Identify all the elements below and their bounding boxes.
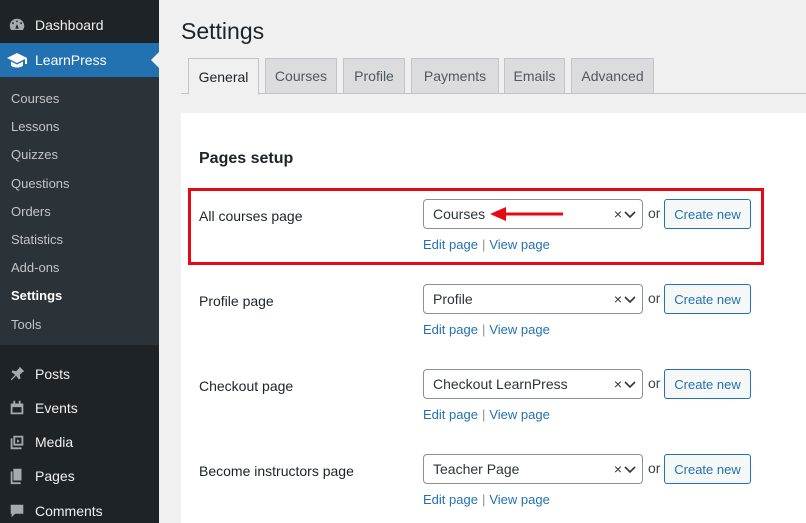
sidebar-item-media[interactable]: Media: [0, 425, 159, 459]
become-instructors-page-select[interactable]: Teacher Page ×: [423, 454, 643, 484]
or-text: or: [648, 375, 661, 391]
profile-page-label: Profile page: [199, 293, 274, 309]
comment-icon: [7, 501, 27, 521]
sidebar-item-learnpress[interactable]: LearnPress: [0, 43, 159, 77]
sidebar-item-dashboard[interactable]: Dashboard: [0, 8, 159, 42]
admin-sidebar: Dashboard LearnPress Courses Lessons Qui…: [0, 0, 159, 523]
submenu-item-questions[interactable]: Questions: [11, 176, 70, 191]
tab-courses[interactable]: Courses: [265, 58, 337, 94]
sidebar-item-events[interactable]: Events: [0, 391, 159, 425]
sidebar-item-label: LearnPress: [35, 52, 107, 68]
section-title: Pages setup: [199, 150, 294, 167]
calendar-icon: [7, 398, 27, 418]
graduation-cap-icon: [7, 50, 27, 70]
sidebar-item-pages[interactable]: Pages: [0, 459, 159, 493]
checkout-page-select[interactable]: Checkout LearnPress ×: [423, 369, 643, 399]
all-courses-page-label: All courses page: [199, 208, 303, 224]
submenu-item-lessons[interactable]: Lessons: [11, 119, 59, 134]
submenu-item-courses[interactable]: Courses: [11, 91, 59, 106]
create-new-button[interactable]: Create new: [664, 199, 751, 229]
sidebar-item-label: Events: [35, 400, 78, 416]
page-links: Edit page | View page: [423, 237, 550, 252]
sidebar-item-label: Dashboard: [35, 17, 104, 33]
tab-payments[interactable]: Payments: [411, 58, 499, 94]
clear-icon[interactable]: ×: [614, 461, 622, 477]
sidebar-item-label: Posts: [35, 366, 71, 382]
pages-icon: [7, 466, 27, 486]
submenu-item-orders[interactable]: Orders: [11, 204, 51, 219]
profile-page-select[interactable]: Profile ×: [423, 284, 643, 314]
dashboard-icon: [7, 15, 27, 35]
submenu-item-tools[interactable]: Tools: [11, 317, 41, 332]
create-new-button[interactable]: Create new: [664, 284, 751, 314]
view-page-link[interactable]: View page: [489, 237, 549, 252]
or-text: or: [648, 205, 661, 221]
checkout-page-label: Checkout page: [199, 378, 294, 394]
submenu-item-quizzes[interactable]: Quizzes: [11, 147, 58, 162]
chevron-down-icon: [624, 296, 636, 304]
chevron-down-icon: [624, 211, 636, 219]
view-page-link[interactable]: View page: [489, 407, 549, 422]
media-icon: [7, 432, 27, 452]
clear-icon[interactable]: ×: [614, 206, 622, 222]
selected-value: Courses: [433, 206, 486, 222]
tab-emails[interactable]: Emails: [504, 58, 565, 94]
all-courses-page-select[interactable]: Courses ×: [423, 199, 643, 229]
view-page-link[interactable]: View page: [489, 492, 549, 507]
pin-icon: [7, 364, 27, 384]
submenu-item-add-ons[interactable]: Add-ons: [11, 260, 59, 275]
tab-advanced[interactable]: Advanced: [571, 58, 654, 94]
sidebar-item-label: Media: [35, 434, 74, 450]
create-new-button[interactable]: Create new: [664, 454, 751, 484]
chevron-down-icon: [624, 466, 636, 474]
clear-icon[interactable]: ×: [614, 376, 622, 392]
submenu-item-settings[interactable]: Settings: [11, 288, 62, 303]
selected-value: Profile: [433, 291, 473, 307]
selected-value: Teacher Page: [433, 461, 520, 477]
or-text: or: [648, 290, 661, 306]
page-title: Settings: [181, 18, 265, 44]
sidebar-item-comments[interactable]: Comments: [0, 494, 159, 523]
edit-page-link[interactable]: Edit page: [423, 407, 478, 422]
view-page-link[interactable]: View page: [489, 322, 549, 337]
page-links: Edit page | View page: [423, 322, 550, 337]
tab-profile[interactable]: Profile: [343, 58, 405, 94]
chevron-down-icon: [624, 381, 636, 389]
sidebar-item-posts[interactable]: Posts: [0, 357, 159, 391]
sidebar-item-label: Pages: [35, 468, 75, 484]
sidebar-item-label: Comments: [35, 503, 103, 519]
edit-page-link[interactable]: Edit page: [423, 322, 478, 337]
settings-tabs: General Courses Profile Payments Emails …: [181, 58, 806, 95]
submenu-item-statistics[interactable]: Statistics: [11, 232, 63, 247]
become-instructors-page-label: Become instructors page: [199, 463, 354, 479]
create-new-button[interactable]: Create new: [664, 369, 751, 399]
edit-page-link[interactable]: Edit page: [423, 492, 478, 507]
clear-icon[interactable]: ×: [614, 291, 622, 307]
page-links: Edit page | View page: [423, 407, 550, 422]
tab-general[interactable]: General: [188, 58, 259, 95]
learnpress-submenu: Courses Lessons Quizzes Questions Orders…: [0, 77, 159, 345]
settings-panel: Pages setup All courses page Courses × o…: [181, 113, 806, 523]
page-links: Edit page | View page: [423, 492, 550, 507]
edit-page-link[interactable]: Edit page: [423, 237, 478, 252]
or-text: or: [648, 460, 661, 476]
selected-value: Checkout LearnPress: [433, 376, 568, 392]
